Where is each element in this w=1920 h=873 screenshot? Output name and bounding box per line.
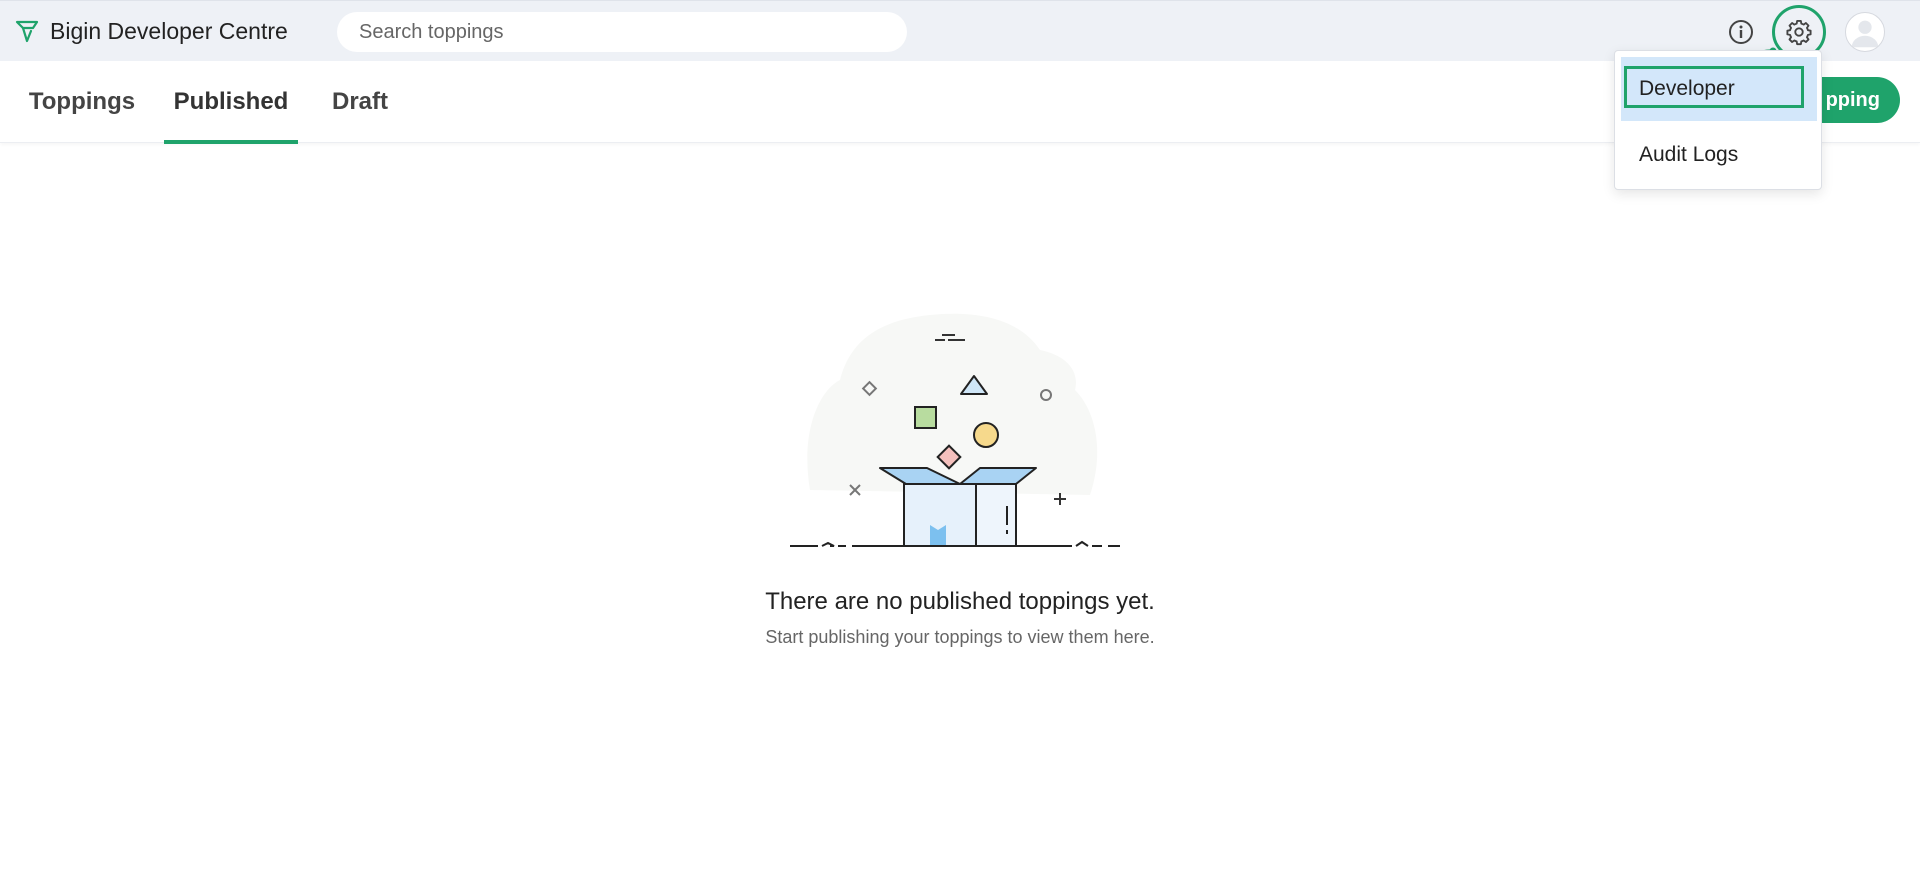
menu-item-developer[interactable]: Developer — [1621, 57, 1817, 121]
gear-icon — [1786, 19, 1812, 46]
empty-state-title: There are no published toppings yet. — [765, 588, 1155, 615]
empty-state-subtitle: Start publishing your toppings to view t… — [765, 627, 1155, 647]
plus-shape — [1054, 493, 1066, 505]
avatar-icon — [1851, 20, 1879, 48]
menu-item-label: Audit Logs — [1639, 143, 1739, 166]
brand[interactable]: Bigin Developer Centre — [14, 15, 288, 47]
avatar[interactable] — [1845, 12, 1885, 52]
circle-shape — [973, 422, 999, 448]
menu-item-audit-logs[interactable]: Audit Logs — [1621, 123, 1817, 187]
square-shape — [914, 406, 937, 429]
empty-box-illustration — [790, 313, 1120, 547]
menu-item-label: Developer — [1639, 77, 1735, 100]
info-icon — [1729, 20, 1753, 44]
tab-toppings[interactable]: Toppings — [14, 61, 150, 143]
settings-dropdown: Developer Audit Logs — [1614, 50, 1822, 190]
box-side — [975, 483, 1017, 547]
tab-published[interactable]: Published — [164, 61, 298, 143]
active-tab-indicator — [164, 140, 298, 144]
info-button[interactable] — [1726, 17, 1756, 47]
search-input[interactable] — [337, 12, 907, 52]
bigin-logo-icon — [15, 20, 39, 43]
app-title: Bigin Developer Centre — [50, 17, 288, 44]
tab-draft[interactable]: Draft — [318, 61, 402, 143]
